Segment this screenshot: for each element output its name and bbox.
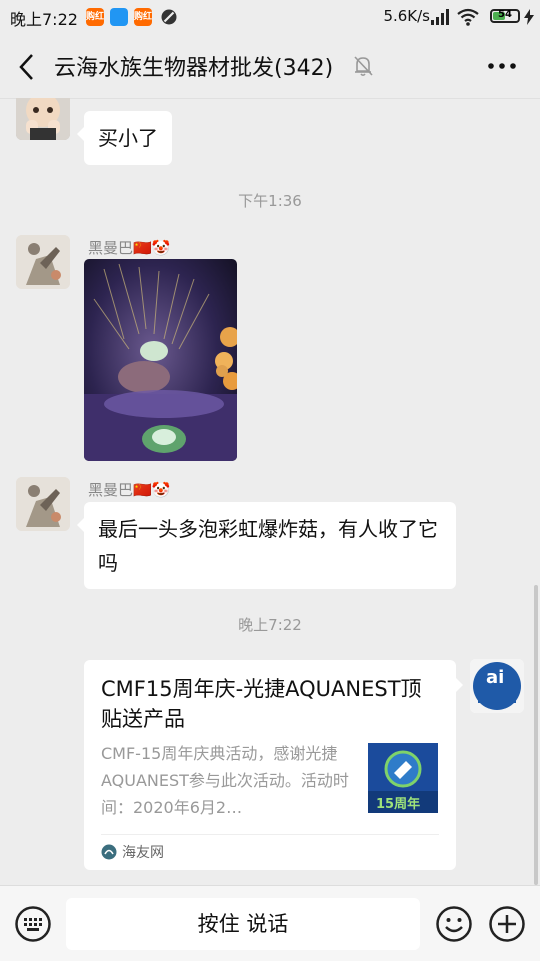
keyboard-icon[interactable]	[15, 906, 51, 942]
emoji-icon[interactable]	[436, 906, 472, 942]
message-bubble[interactable]: 最后一头多泡彩虹爆炸菇，有人收了它吗	[77, 502, 456, 589]
plus-icon[interactable]	[489, 906, 525, 942]
network-speed: 5.6K/s	[383, 7, 430, 25]
chat-header: 云海水族生物器材批发(342)	[0, 34, 540, 99]
status-bar: 晚上7:22 购红 购红 5.6K/s 54	[0, 0, 540, 34]
battery-level: 54	[498, 9, 512, 20]
haiyou-logo-icon	[101, 844, 117, 860]
card-source: 海友网	[122, 845, 164, 861]
blue-app-badge	[110, 8, 128, 26]
chat-title: 云海水族生物器材批发(342)	[54, 56, 334, 81]
card-thumbnail: 15周年	[368, 743, 438, 813]
card-title: CMF15周年庆-光捷AQUANEST顶贴送产品	[101, 677, 422, 731]
charging-icon	[524, 9, 534, 25]
avatar[interactable]	[16, 477, 70, 531]
wifi-icon	[457, 8, 479, 26]
avatar[interactable]	[16, 235, 70, 289]
card-divider	[101, 834, 439, 835]
message-text: 买小了	[98, 126, 158, 150]
chevron-left-icon[interactable]	[16, 52, 38, 82]
chat-timestamp: 晚上7:22	[238, 616, 302, 634]
chat-timestamp: 下午1:36	[238, 192, 302, 210]
message-text: 最后一头多泡彩虹爆炸菇，有人收了它吗	[98, 517, 438, 575]
message-bubble[interactable]: 买小了	[77, 111, 172, 165]
input-bar: 按住 说话	[0, 885, 540, 961]
more-dots-icon[interactable]	[488, 62, 516, 70]
avatar-text: ai	[486, 667, 505, 688]
scrollbar[interactable]	[534, 585, 538, 885]
status-time: 晚上7:22	[10, 10, 78, 29]
battery-indicator: 54	[490, 9, 520, 23]
signal-icon	[431, 9, 449, 25]
taobao-badge-2: 购红	[134, 8, 152, 26]
sender-name: 黑曼巴🇨🇳🤡	[88, 239, 171, 257]
blocked-icon	[161, 9, 177, 25]
link-card[interactable]: CMF15周年庆-光捷AQUANEST顶贴送产品 CMF-15周年庆典活动，感谢…	[84, 660, 463, 870]
thumbnail-text: 15周年	[376, 797, 421, 812]
card-description: CMF-15周年庆典活动，感谢光捷AQUANEST参与此次活动。活动时间：202…	[101, 744, 349, 817]
bell-off-icon	[354, 56, 373, 77]
avatar[interactable]	[16, 98, 70, 140]
hold-to-talk-button[interactable]: 按住 说话	[66, 898, 420, 950]
avatar[interactable]: ai	[470, 659, 524, 713]
message-image[interactable]	[84, 259, 237, 461]
sender-name: 黑曼巴🇨🇳🤡	[88, 481, 171, 499]
hold-to-talk-label: 按住 说话	[197, 912, 289, 936]
taobao-badge: 购红	[86, 8, 104, 26]
